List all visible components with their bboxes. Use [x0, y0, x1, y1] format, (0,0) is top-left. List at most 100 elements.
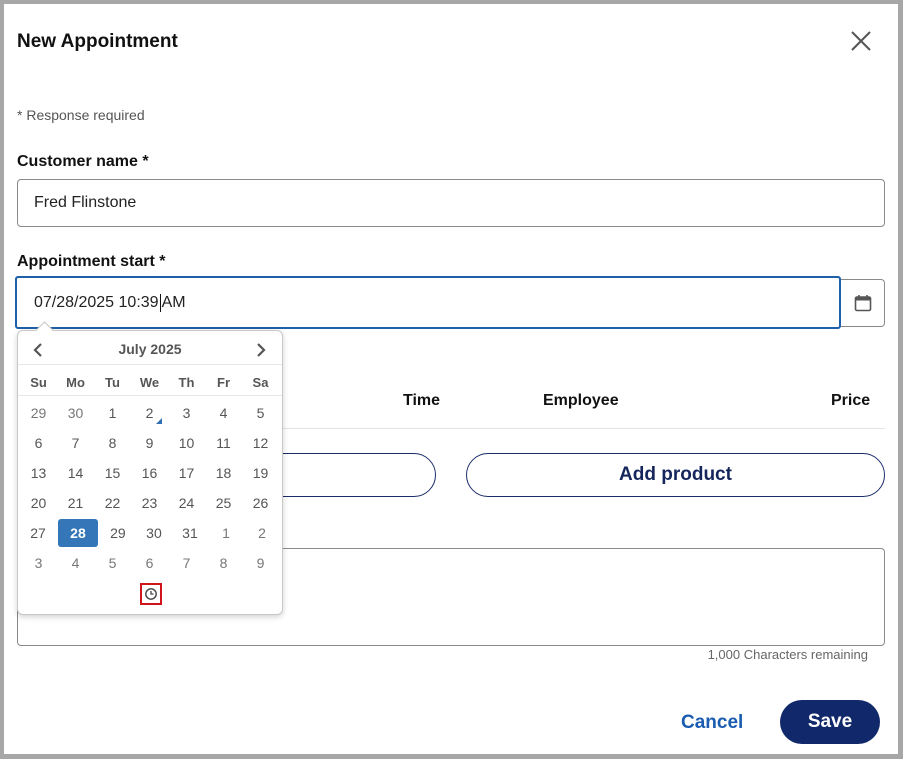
calendar-day-number: 12: [252, 435, 269, 451]
calendar-day[interactable]: 25: [205, 488, 242, 518]
calendar-day-number: 9: [256, 555, 265, 571]
calendar-day[interactable]: 6: [131, 548, 168, 578]
cancel-button[interactable]: Cancel: [681, 712, 743, 734]
calendar-day-number: 6: [34, 435, 43, 451]
calendar-day[interactable]: 12: [242, 428, 279, 458]
calendar-day-number: 9: [145, 435, 154, 451]
calendar-day[interactable]: 14: [57, 458, 94, 488]
weekday-row: Su Mo Tu We Th Fr Sa: [20, 368, 280, 396]
calendar-day-number: 15: [104, 465, 121, 481]
calendar-day[interactable]: 20: [20, 488, 57, 518]
calendar-day[interactable]: 13: [20, 458, 57, 488]
appointment-start-meridiem: AM: [161, 293, 186, 311]
clock-icon: [145, 588, 157, 600]
calendar-day[interactable]: 24: [168, 488, 205, 518]
chevron-right-icon: [257, 343, 266, 357]
weekday-label: Fr: [217, 374, 230, 390]
calendar-day[interactable]: 22: [94, 488, 131, 518]
calendar-grid: Su Mo Tu We Th Fr Sa 29 30 1 2 3 4 5 6 7 8 9 10 11 12 13 14 15…: [20, 368, 280, 578]
calendar-day[interactable]: 8: [94, 428, 131, 458]
appointment-start-label: Appointment start *: [17, 253, 166, 270]
customer-name-label: Customer name *: [17, 153, 149, 170]
calendar-day-number: 30: [146, 525, 162, 541]
calendar-day-number: 1: [108, 405, 117, 421]
appointment-start-datetime: 07/28/2025 10:39: [34, 293, 159, 311]
calendar-day[interactable]: 1: [94, 398, 131, 428]
calendar-day-number: 10: [178, 435, 195, 451]
calendar-day-number: 3: [34, 555, 43, 571]
calendar-day-number: 1: [222, 525, 230, 541]
calendar-day[interactable]: 23: [131, 488, 168, 518]
calendar-day-number: 27: [30, 525, 46, 541]
calendar-day[interactable]: 26: [242, 488, 279, 518]
new-appointment-dialog: New Appointment * Response required Cust…: [0, 0, 903, 759]
calendar-day-number: 20: [30, 495, 47, 511]
column-header-price: Price: [831, 392, 871, 409]
calendar-day-number: 19: [252, 465, 269, 481]
calendar-day-number: 25: [215, 495, 232, 511]
calendar-day[interactable]: 5: [94, 548, 131, 578]
calendar-day-selected[interactable]: 28: [58, 519, 98, 547]
calendar-day[interactable]: 30: [57, 398, 94, 428]
calendar-day-number: 14: [67, 465, 84, 481]
next-month-button[interactable]: [249, 339, 273, 361]
calendar-week-row: 3 4 5 6 7 8 9: [20, 548, 280, 578]
calendar-day-number: 31: [182, 525, 198, 541]
weekday-label: Mo: [66, 374, 85, 390]
calendar-day[interactable]: 7: [168, 548, 205, 578]
calendar-day-number: 29: [30, 405, 47, 421]
calendar-day[interactable]: 3: [20, 548, 57, 578]
calendar-day[interactable]: 29: [20, 398, 57, 428]
calendar-day[interactable]: 21: [57, 488, 94, 518]
save-button[interactable]: Save: [780, 700, 880, 744]
calendar-day[interactable]: 7: [57, 428, 94, 458]
calendar-day-number: 2: [258, 525, 266, 541]
calendar-day[interactable]: 8: [205, 548, 242, 578]
calendar-day[interactable]: 1: [208, 518, 244, 548]
add-product-button[interactable]: Add product: [466, 453, 885, 497]
calendar-day[interactable]: 19: [242, 458, 279, 488]
calendar-day-today[interactable]: 2: [131, 398, 168, 428]
calendar-day[interactable]: 6: [20, 428, 57, 458]
weekday-label: Th: [178, 374, 195, 390]
calendar-day[interactable]: 29: [100, 518, 136, 548]
calendar-day-number: 18: [215, 465, 232, 481]
calendar-day[interactable]: 10: [168, 428, 205, 458]
calendar-day[interactable]: 9: [242, 548, 279, 578]
calendar-day[interactable]: 27: [20, 518, 56, 548]
column-header-employee: Employee: [543, 392, 619, 409]
calendar-day[interactable]: 4: [57, 548, 94, 578]
calendar-day[interactable]: 9: [131, 428, 168, 458]
calendar-day[interactable]: 2: [244, 518, 280, 548]
calendar-day-number: 4: [71, 555, 80, 571]
calendar-day-number: 11: [216, 435, 231, 451]
calendar-day-number: 13: [30, 465, 47, 481]
calendar-day[interactable]: 18: [205, 458, 242, 488]
calendar-day[interactable]: 30: [136, 518, 172, 548]
calendar-day[interactable]: 17: [168, 458, 205, 488]
calendar-week-row: 20 21 22 23 24 25 26: [20, 488, 280, 518]
calendar-day[interactable]: 31: [172, 518, 208, 548]
calendar-day-number: 23: [141, 495, 158, 511]
calendar-day-number: 8: [108, 435, 117, 451]
calendar-day[interactable]: 4: [205, 398, 242, 428]
calendar-day[interactable]: 5: [242, 398, 279, 428]
characters-remaining: 1,000 Characters remaining: [707, 647, 868, 662]
calendar-day[interactable]: 11: [205, 428, 242, 458]
weekday-label: We: [139, 374, 160, 390]
calendar-day-number: 5: [108, 555, 117, 571]
appointment-start-input[interactable]: 07/28/2025 10:39 AM: [15, 276, 841, 329]
time-picker-toggle[interactable]: [140, 583, 162, 605]
customer-name-value: Fred Flinstone: [34, 194, 137, 211]
close-icon: [851, 31, 871, 51]
calendar-day[interactable]: 16: [131, 458, 168, 488]
customer-name-input[interactable]: Fred Flinstone: [17, 179, 885, 227]
close-button[interactable]: [846, 26, 876, 56]
calendar-day-number: 2: [145, 405, 154, 421]
calendar-day[interactable]: 15: [94, 458, 131, 488]
month-year-label[interactable]: July 2025: [18, 341, 282, 357]
calendar-day[interactable]: 3: [168, 398, 205, 428]
open-calendar-button[interactable]: [841, 279, 885, 327]
calendar-day-number: 6: [145, 555, 154, 571]
date-picker-popup: July 2025 Su Mo Tu We Th Fr Sa 29 30 1 2 3 4 5 6 7 8 9 10…: [17, 321, 283, 615]
